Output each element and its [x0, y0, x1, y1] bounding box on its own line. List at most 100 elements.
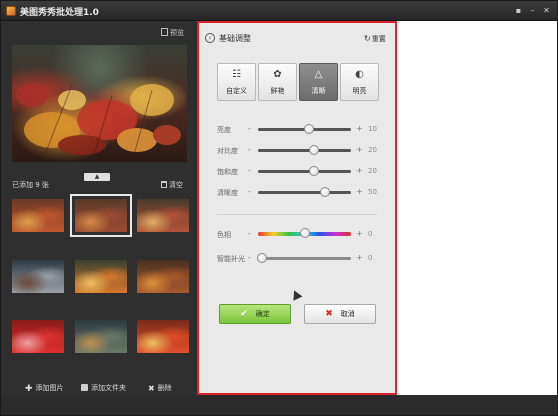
slider-handle[interactable] — [304, 124, 315, 134]
decrease-icon[interactable]: - — [248, 145, 251, 154]
check-icon: ✔ — [240, 309, 248, 319]
clear-button[interactable]: 清空 — [161, 180, 183, 190]
thumbnail-item[interactable] — [137, 260, 189, 293]
mode-button[interactable]: ◐ 明亮 — [340, 63, 379, 101]
thumbnail-item[interactable] — [12, 320, 64, 353]
thumbnail-item[interactable] — [75, 320, 127, 353]
slider-label: 清晰度 — [217, 189, 238, 197]
back-icon[interactable]: ‹ — [205, 33, 215, 43]
thumbnail-item[interactable] — [75, 260, 127, 293]
app-window: 美图秀秀批处理1.0 ▪ – ✕ 预览 ▲ 已添加 9 张 清空 ✚ 添加图片 … — [0, 0, 558, 416]
slider-track[interactable] — [256, 253, 351, 263]
increase-icon[interactable]: + — [356, 124, 363, 133]
slider-handle[interactable] — [256, 253, 267, 263]
increase-icon[interactable]: + — [356, 229, 363, 238]
status-bar — [1, 395, 557, 415]
menu-icon[interactable]: ▪ — [513, 5, 524, 16]
window-title: 美图秀秀批处理1.0 — [20, 8, 99, 18]
slider-value: 50 — [368, 188, 377, 196]
ok-button[interactable]: ✔ 确定 — [219, 304, 291, 324]
slider-value: 10 — [368, 125, 377, 133]
cancel-x-icon: ✖ — [325, 309, 333, 319]
ok-label: 确定 — [255, 310, 270, 318]
slider-row: 亮度 - +10 — [217, 123, 387, 135]
delete-label: 删除 — [157, 384, 172, 392]
add-folder-button[interactable]: 添加文件夹 — [81, 383, 126, 393]
mode-label: 明亮 — [352, 87, 367, 95]
minimize-icon[interactable]: – — [527, 5, 538, 16]
mode-label: 自定义 — [226, 87, 247, 95]
add-folder-label: 添加文件夹 — [91, 384, 126, 392]
divider — [217, 214, 377, 215]
slider-row: 饱和度 - +20 — [217, 165, 387, 177]
flower-icon: ✿ — [273, 69, 282, 80]
mode-button[interactable]: ✿ 鲜艳 — [258, 63, 297, 101]
delete-button[interactable]: ✖ 删除 — [148, 383, 172, 393]
mode-button[interactable]: △ 清晰 — [299, 63, 338, 101]
increase-icon[interactable]: + — [356, 145, 363, 154]
reset-button[interactable]: ↻重置 — [364, 34, 386, 44]
slider-handle[interactable] — [308, 166, 319, 176]
mode-label: 鲜艳 — [270, 87, 285, 95]
decrease-icon[interactable]: - — [248, 124, 251, 133]
slider-value: 20 — [368, 167, 377, 175]
plus-icon: ✚ — [25, 384, 33, 394]
preview-label: 预览 — [170, 29, 184, 37]
preview-icon — [161, 28, 168, 36]
slider-track[interactable] — [258, 228, 351, 238]
thumbnail-item[interactable] — [137, 320, 189, 353]
slider-track[interactable] — [258, 187, 351, 197]
increase-icon[interactable]: + — [356, 187, 363, 196]
increase-icon[interactable]: + — [356, 253, 363, 262]
slider-value: 0 — [368, 230, 373, 238]
x-icon: ✖ — [148, 384, 155, 393]
slider-row: 对比度 - +20 — [217, 144, 387, 156]
slider-track[interactable] — [258, 166, 351, 176]
left-panel: 预览 ▲ 已添加 9 张 清空 ✚ 添加图片 添加文件夹 ✖ 删除 — [1, 21, 197, 395]
basic-adjust-panel: ‹ 基础调整 ↻重置 ☷ 自定义 ✿ 鲜艳 △ 清晰 ◐ 明亮 亮度 - +10 对比度 - +20 饱和… — [197, 21, 397, 395]
mode-button[interactable]: ☷ 自定义 — [217, 63, 256, 101]
add-image-label: 添加图片 — [35, 384, 64, 392]
slider-handle[interactable] — [308, 145, 319, 155]
preview-button[interactable]: 预览 — [161, 28, 184, 38]
slider-label: 饱和度 — [217, 168, 238, 176]
decrease-icon[interactable]: - — [248, 229, 251, 238]
preset-modes: ☷ 自定义 ✿ 鲜艳 △ 清晰 ◐ 明亮 — [217, 63, 379, 101]
mode-label: 清晰 — [311, 87, 326, 95]
decrease-icon[interactable]: - — [248, 253, 251, 262]
slider-label: 亮度 — [217, 126, 231, 134]
slider-handle[interactable] — [319, 187, 330, 197]
mouse-cursor-icon — [289, 288, 303, 301]
decrease-icon[interactable]: - — [248, 166, 251, 175]
preview-image-art — [16, 83, 181, 162]
sliders-icon: ☷ — [232, 69, 241, 80]
close-icon[interactable]: ✕ — [541, 5, 552, 16]
empty-canvas-area — [397, 21, 557, 395]
collapse-toggle[interactable]: ▲ — [84, 173, 110, 181]
slider-track[interactable] — [258, 124, 351, 134]
contrast-icon: ◐ — [355, 69, 364, 80]
title-bar: 美图秀秀批处理1.0 ▪ – ✕ — [1, 1, 557, 21]
slider-value: 20 — [368, 146, 377, 154]
slider-handle[interactable] — [299, 228, 310, 238]
triangle-icon: △ — [314, 69, 323, 80]
slider-label: 对比度 — [217, 147, 238, 155]
slider-label: 智能补光 — [217, 255, 245, 263]
thumbnail-item[interactable] — [12, 260, 64, 293]
decrease-icon[interactable]: - — [248, 187, 251, 196]
trash-icon — [161, 181, 167, 188]
add-image-button[interactable]: ✚ 添加图片 — [25, 383, 64, 394]
slider-track[interactable] — [258, 145, 351, 155]
app-logo-icon — [6, 6, 16, 16]
cancel-label: 取消 — [340, 310, 355, 318]
reset-label: 重置 — [371, 35, 386, 43]
cancel-button[interactable]: ✖ 取消 — [304, 304, 376, 324]
increase-icon[interactable]: + — [356, 166, 363, 175]
added-count: 已添加 9 张 — [12, 181, 49, 189]
chevron-up-icon: ▲ — [94, 173, 100, 180]
slider-label: 色相 — [217, 231, 231, 239]
thumbnail-item[interactable] — [70, 194, 132, 237]
slider-row: 清晰度 - +50 — [217, 186, 387, 198]
thumbnail-item[interactable] — [12, 199, 64, 232]
thumbnail-item[interactable] — [137, 199, 189, 232]
